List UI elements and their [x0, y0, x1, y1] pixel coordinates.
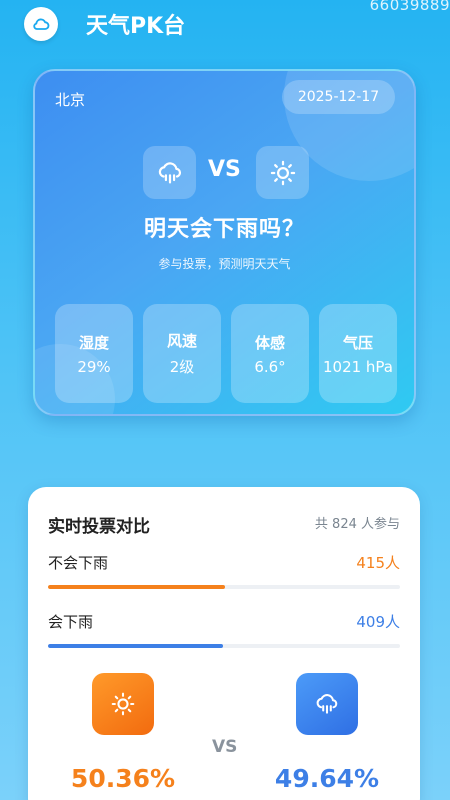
city-label: 北京	[55, 91, 86, 109]
cloud-icon	[24, 7, 58, 41]
forecast-question: 明天会下雨吗？	[143, 217, 305, 242]
stat-value: 29%	[77, 357, 111, 376]
watermark-number: 66039889	[369, 0, 450, 14]
option-rain-bar-fill	[48, 644, 223, 648]
date-pill: 2025-12-17	[282, 80, 395, 114]
weather-stats: 湿度 29% 风速 2级 体感 6.6° 气压 1021 hPa	[55, 304, 397, 403]
vote-no-rain-button[interactable]	[92, 673, 154, 735]
option-no-rain-bar-fill	[48, 585, 226, 589]
option-no-rain-label: 不会下雨	[48, 554, 109, 572]
stat-label: 体感	[254, 333, 285, 352]
forecast-subtitle: 参与投票，预测明天天气	[158, 257, 291, 271]
vs-label: VS	[208, 157, 241, 182]
weather-card: 北京 2025-12-17 VS 明天会下雨吗？ 参与投票，预测明天天气 湿度 …	[33, 69, 416, 416]
stat-value: 6.6°	[254, 357, 286, 376]
stat-feels-like: 体感 6.6°	[231, 304, 309, 403]
vote-total: 共 824 人参与	[314, 517, 400, 532]
rain-percent: 49.64%	[274, 764, 380, 793]
sun-icon	[256, 146, 309, 199]
stat-value: 1021 hPa	[322, 357, 393, 376]
stat-pressure: 气压 1021 hPa	[319, 304, 397, 403]
rain-cloud-icon	[143, 146, 196, 199]
vote-vs-label: VS	[212, 737, 238, 757]
sun-icon	[110, 691, 136, 717]
vote-rain-button[interactable]	[296, 673, 358, 735]
stat-value: 2级	[169, 358, 195, 376]
stat-label: 风速	[166, 332, 197, 350]
option-no-rain-bar	[48, 585, 400, 589]
vote-card: 实时投票对比 共 824 人参与 不会下雨 415人 会下雨 409人 VS 5…	[28, 487, 420, 800]
option-no-rain-count: 415人	[356, 554, 400, 572]
app-title: 天气PK台	[86, 14, 186, 39]
option-rain-count: 409人	[356, 613, 400, 631]
rain-cloud-icon	[314, 691, 340, 717]
option-rain-label: 会下雨	[48, 613, 94, 631]
option-rain-bar	[48, 644, 400, 648]
stat-label: 湿度	[78, 333, 109, 352]
stat-wind: 风速 2级	[143, 304, 221, 403]
app-header: 天气PK台	[24, 6, 185, 42]
stat-humidity: 湿度 29%	[55, 304, 133, 403]
stat-label: 气压	[342, 333, 373, 352]
no-rain-percent: 50.36%	[70, 764, 176, 793]
vote-title: 实时投票对比	[48, 517, 150, 537]
